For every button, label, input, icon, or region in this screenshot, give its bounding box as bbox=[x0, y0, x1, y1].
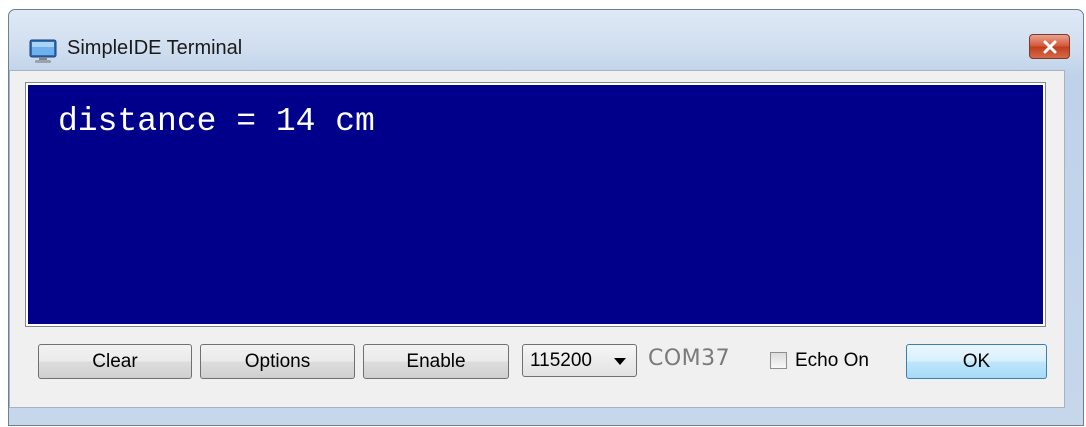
terminal-output-area[interactable]: distance = 14 cm bbox=[25, 82, 1046, 327]
baud-rate-select[interactable]: 115200 bbox=[522, 344, 637, 377]
window-title: SimpleIDE Terminal bbox=[67, 37, 243, 59]
dropdown-arrow-icon bbox=[614, 358, 626, 365]
echo-checkbox[interactable] bbox=[770, 352, 787, 369]
baud-rate-value: 115200 bbox=[530, 349, 592, 371]
close-icon bbox=[1043, 40, 1056, 53]
options-button[interactable]: Options bbox=[200, 344, 355, 379]
clear-button[interactable]: Clear bbox=[38, 344, 192, 379]
monitor-icon bbox=[29, 39, 57, 63]
ok-button[interactable]: OK bbox=[906, 344, 1047, 379]
enable-button[interactable]: Enable bbox=[363, 344, 509, 379]
terminal-output-text: distance = 14 cm bbox=[58, 103, 375, 140]
echo-checkbox-label[interactable]: Echo On bbox=[795, 350, 869, 372]
port-label: COM37 bbox=[648, 346, 731, 371]
close-button[interactable] bbox=[1029, 34, 1070, 59]
